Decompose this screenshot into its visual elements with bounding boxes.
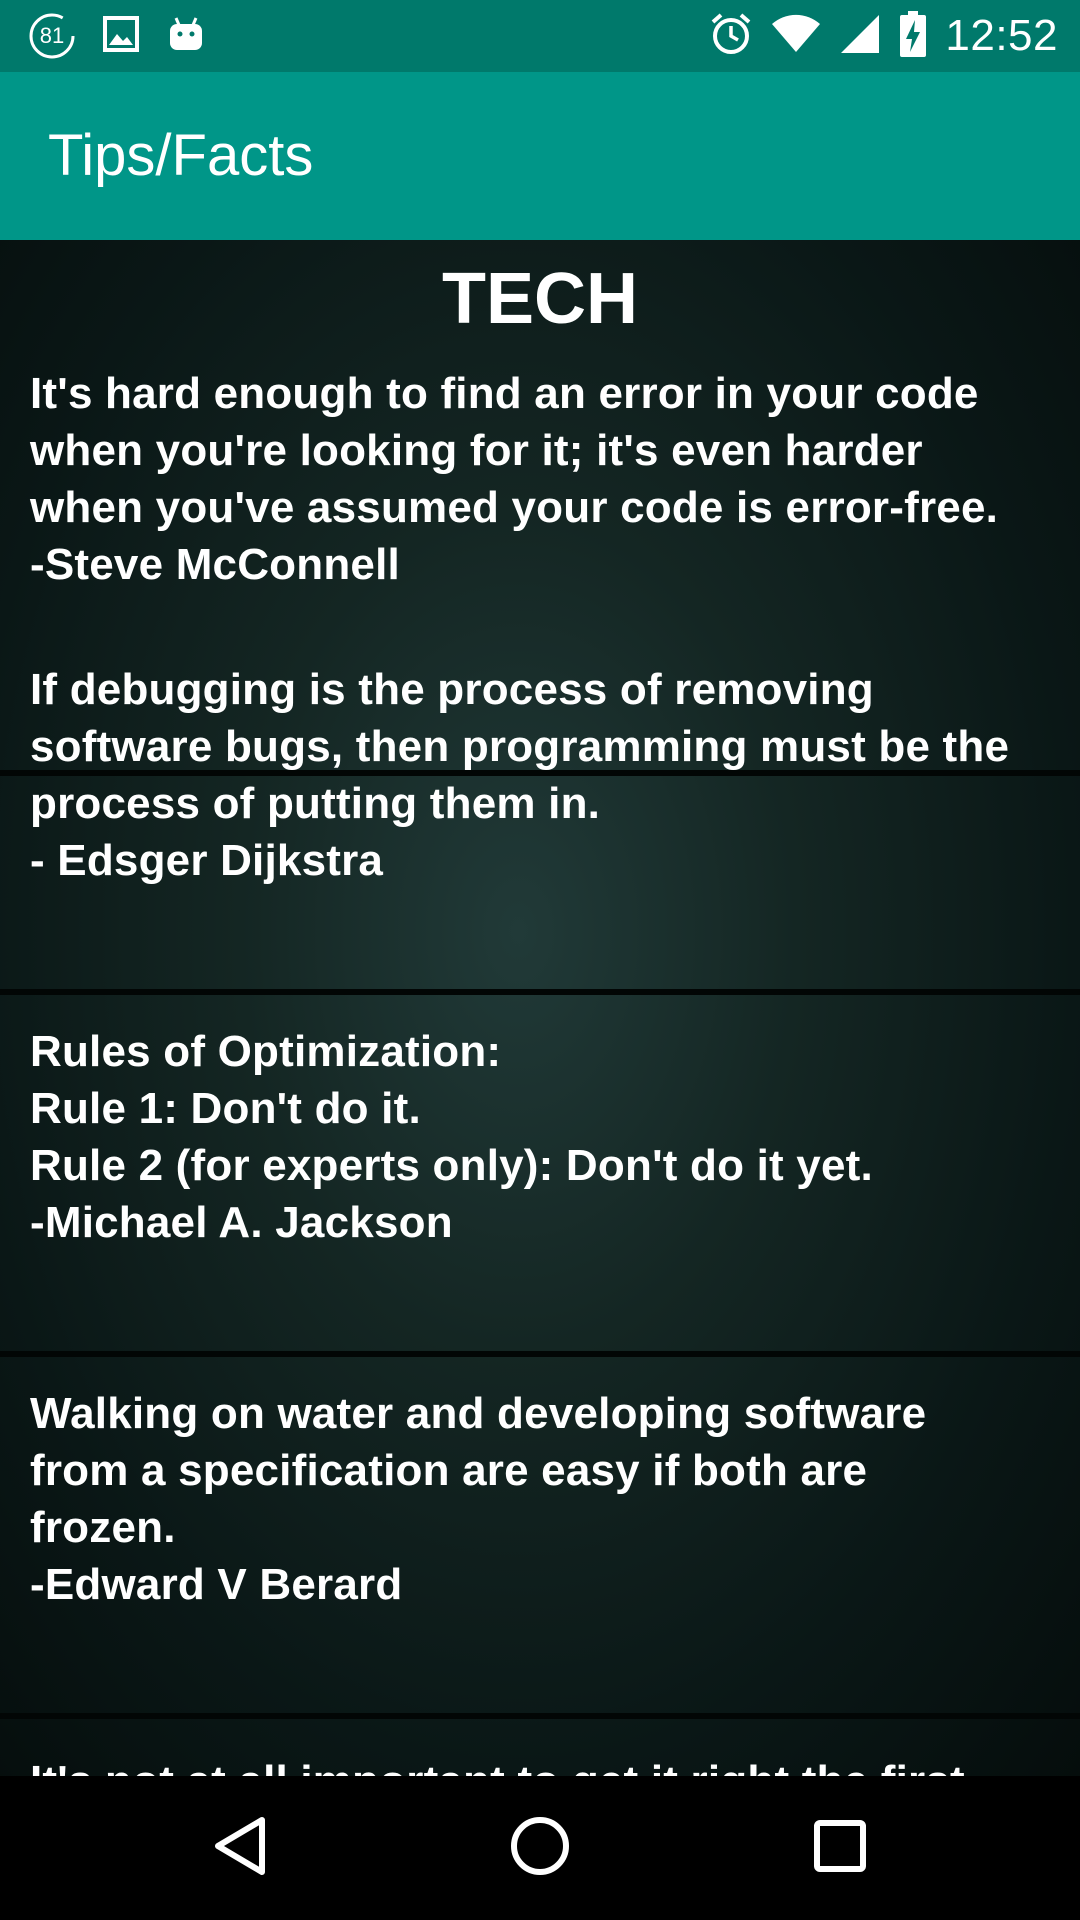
signal-icon (839, 13, 881, 59)
android-icon (166, 14, 206, 58)
battery-charging-icon (899, 10, 927, 62)
quote-card[interactable]: Walking on water and developing software… (0, 1357, 1080, 1719)
status-bar: 81 12:52 (0, 0, 1080, 72)
quote-text: If debugging is the process of removing … (30, 665, 1010, 885)
home-icon (508, 1814, 572, 1882)
screen: 81 12:52 Tips/Facts TECH It's hard enoug… (0, 0, 1080, 1920)
section-heading: TECH (442, 259, 638, 339)
quote-card[interactable]: It's not at all important to get it righ… (0, 1719, 1080, 1776)
home-button[interactable] (498, 1806, 582, 1890)
app-bar: Tips/Facts (0, 72, 1080, 240)
quote-card[interactable]: If debugging is the process of removing … (0, 633, 1080, 995)
notification-count-icon: 81 (28, 12, 76, 60)
alarm-icon (709, 12, 753, 60)
quote-card[interactable]: Rules of Optimization: Rule 1: Don't do … (0, 995, 1080, 1357)
quote-text: It's hard enough to find an error in you… (30, 369, 999, 589)
navigation-bar (0, 1776, 1080, 1920)
quote-text: It's not at all important to get it righ… (30, 1753, 1050, 1776)
content-list[interactable]: TECH It's hard enough to find an error i… (0, 240, 1080, 1776)
quote-text: Walking on water and developing software… (30, 1389, 927, 1609)
app-title: Tips/Facts (48, 123, 314, 188)
back-icon (210, 1814, 270, 1882)
status-left-icons: 81 (28, 12, 206, 60)
notification-badge-text: 81 (39, 23, 65, 48)
wifi-icon (771, 14, 821, 58)
quote-text: Rules of Optimization: Rule 1: Don't do … (30, 1027, 873, 1247)
recents-button[interactable] (798, 1806, 882, 1890)
status-clock: 12:52 (945, 11, 1058, 60)
back-button[interactable] (198, 1806, 282, 1890)
recents-icon (812, 1818, 868, 1878)
status-right-icons: 12:52 (709, 8, 1058, 64)
image-icon (102, 15, 140, 57)
